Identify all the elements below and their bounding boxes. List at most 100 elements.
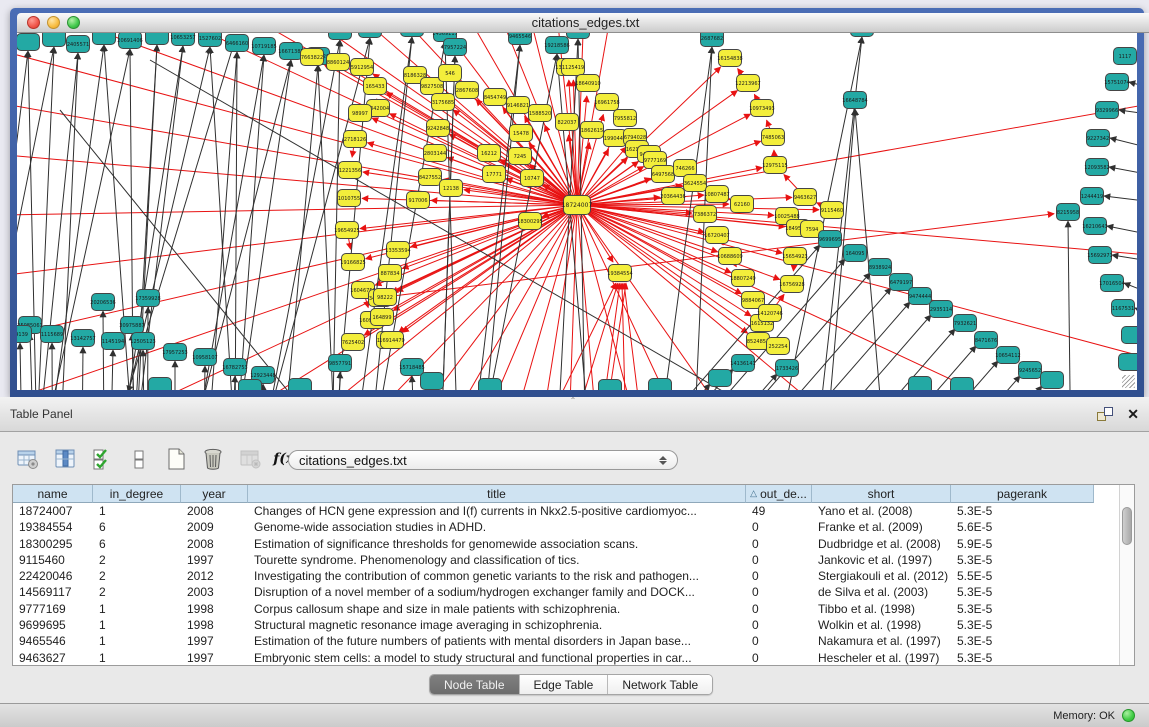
table-cell[interactable]: 1997	[181, 633, 248, 649]
graph-node[interactable]: 16782753	[222, 359, 247, 376]
graph-node[interactable]: 2803144	[424, 145, 447, 162]
table-cell[interactable]: 14569117	[13, 584, 93, 600]
graph-node[interactable]: 9115460	[821, 202, 844, 219]
graph-node[interactable]: 12505123	[130, 333, 155, 350]
table-cell[interactable]: 2	[93, 552, 181, 568]
graph-node[interactable]: 2405571	[67, 36, 90, 53]
table-row[interactable]: 911546021997Tourette syndrome. Phenomeno…	[13, 552, 1119, 568]
table-cell[interactable]: Estimation of the future numbers of pati…	[248, 633, 746, 649]
network-window-titlebar[interactable]: citations_edges.txt	[17, 13, 1149, 33]
table-cell[interactable]: 2	[93, 584, 181, 600]
table-cell[interactable]: 9777169	[13, 601, 93, 617]
zoom-window-button[interactable]	[67, 16, 80, 29]
table-selector[interactable]: citations_edges.txt	[288, 450, 678, 470]
close-panel-icon[interactable]: ✕	[1127, 407, 1139, 421]
table-cell[interactable]: 5.9E-5	[951, 536, 1094, 552]
graph-node[interactable]: 16914479	[379, 332, 404, 349]
delete-table-icon[interactable]	[236, 445, 264, 473]
table-cell[interactable]: Disruption of a novel member of a sodium…	[248, 584, 746, 600]
graph-node[interactable]: 3624554	[684, 175, 707, 192]
graph-node[interactable]: 3175685	[432, 94, 455, 111]
graph-node[interactable]: 10688609	[717, 248, 742, 265]
network-canvas[interactable]: 2405571206914061065325715276026466160107…	[17, 33, 1137, 390]
graph-node[interactable]: 10654112	[995, 347, 1020, 364]
graph-node[interactable]: 15718485	[399, 359, 424, 376]
graph-node[interactable]	[289, 379, 312, 391]
graph-node[interactable]: 16212	[478, 145, 501, 162]
deselect-all-icon[interactable]	[125, 445, 153, 473]
graph-node[interactable]: 18724007	[562, 196, 593, 215]
graph-node[interactable]: 822037	[556, 114, 579, 131]
table-scrollbar[interactable]	[1119, 485, 1134, 665]
table-cell[interactable]: 5.3E-5	[951, 552, 1094, 568]
tab-edge-table[interactable]: Edge Table	[520, 675, 609, 694]
graph-node[interactable]	[239, 380, 262, 391]
graph-node[interactable]: 8427552	[419, 169, 442, 186]
graph-node[interactable]: 2867608	[456, 82, 479, 99]
graph-node[interactable]: 887834	[379, 265, 402, 282]
graph-node[interactable]: 165433	[364, 78, 387, 95]
graph-node[interactable]	[479, 379, 502, 391]
graph-node[interactable]: 9857791	[329, 355, 352, 372]
window-resize-grip[interactable]	[1122, 375, 1135, 388]
table-cell[interactable]: 19384554	[13, 519, 93, 535]
graph-node[interactable]: 20364436	[660, 188, 685, 205]
table-row[interactable]: 946554611997Estimation of the future num…	[13, 633, 1119, 649]
graph-node[interactable]: 98222	[374, 289, 397, 306]
graph-node[interactable]	[421, 373, 444, 390]
graph-node[interactable]	[709, 370, 732, 387]
graph-node[interactable]: 7955812	[614, 110, 637, 127]
graph-node[interactable]: 12093582	[1084, 159, 1109, 176]
graph-node[interactable]: 12138	[440, 180, 463, 197]
graph-node[interactable]: 164095	[844, 245, 867, 262]
graph-node[interactable]	[649, 379, 672, 391]
table-cell[interactable]: 0	[746, 552, 812, 568]
graph-node[interactable]: 5912954	[351, 59, 374, 76]
graph-node[interactable]: 15654923	[782, 248, 807, 265]
table-cell[interactable]: 0	[746, 650, 812, 666]
table-cell[interactable]: 0	[746, 617, 812, 633]
table-cell[interactable]: 9465546	[13, 633, 93, 649]
table-row[interactable]: 2242004622012Investigating the contribut…	[13, 568, 1119, 584]
graph-node[interactable]: 18807249	[730, 270, 755, 287]
table-row[interactable]: 1938455462009Genome-wide association stu…	[13, 519, 1119, 535]
graph-node[interactable]	[851, 33, 874, 37]
table-cell[interactable]: 2008	[181, 536, 248, 552]
graph-node[interactable]: 20691406	[117, 33, 142, 49]
graph-node[interactable]: 164899	[371, 309, 394, 326]
table-cell[interactable]: 1998	[181, 617, 248, 633]
graph-node[interactable]: 2935114	[930, 301, 953, 318]
table-cell[interactable]: Franke et al. (2009)	[812, 519, 951, 535]
graph-node[interactable]: 20206536	[90, 294, 115, 311]
column-header-name[interactable]: name	[13, 485, 93, 503]
graph-node[interactable]: 10747	[521, 170, 544, 187]
table-cell[interactable]: 0	[746, 536, 812, 552]
graph-node[interactable]: 1010755	[338, 190, 361, 207]
splitter-handle[interactable]: ⌃	[564, 398, 582, 404]
table-cell[interactable]: 5.5E-5	[951, 568, 1094, 584]
table-cell[interactable]: Stergiakouli et al. (2012)	[812, 568, 951, 584]
table-cell[interactable]: 2012	[181, 568, 248, 584]
graph-node[interactable]: 30975887	[119, 317, 144, 334]
table-cell[interactable]: Changes of HCN gene expression and I(f) …	[248, 503, 746, 519]
graph-node[interactable]: 2718126	[344, 131, 367, 148]
column-header-out-de[interactable]: △out_de...	[746, 485, 812, 503]
table-row[interactable]: 1456911722003Disruption of a novel membe…	[13, 584, 1119, 600]
graph-node[interactable]: 1588520	[529, 105, 552, 122]
table-row[interactable]: 1830029562008Estimation of significance …	[13, 536, 1119, 552]
table-cell[interactable]: 2009	[181, 519, 248, 535]
table-cell[interactable]: 0	[746, 633, 812, 649]
graph-node[interactable]: 6479197	[890, 274, 913, 291]
graph-node[interactable]: 62160	[731, 196, 754, 213]
graph-node[interactable]: 8454749	[484, 89, 507, 106]
select-columns-icon[interactable]	[51, 445, 79, 473]
table-cell[interactable]: Nakamura et al. (1997)	[812, 633, 951, 649]
table-cell[interactable]: 49	[746, 503, 812, 519]
graph-node[interactable]: 17016504	[1099, 275, 1124, 292]
table-cell[interactable]: Genome-wide association studies in ADHD.	[248, 519, 746, 535]
column-header-short[interactable]: short	[812, 485, 951, 503]
graph-node[interactable]: 16961758	[594, 94, 619, 111]
graph-node[interactable]: 19654925	[334, 222, 359, 239]
graph-node[interactable]: 12975115	[762, 157, 787, 174]
graph-node[interactable]: 98997	[349, 105, 372, 122]
